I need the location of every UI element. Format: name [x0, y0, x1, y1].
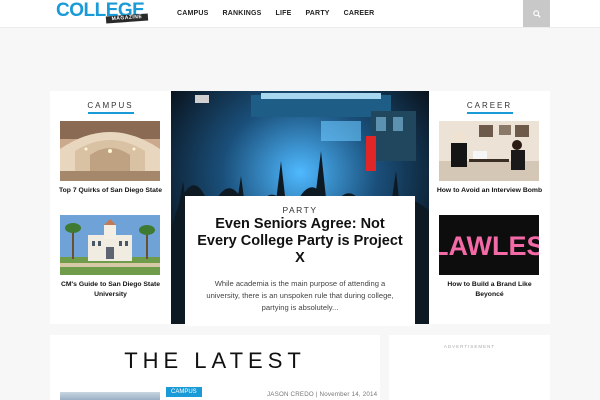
search-icon	[532, 9, 541, 18]
career-caption-1[interactable]: How to Avoid an Interview Bomb	[435, 186, 544, 196]
nav-item-rankings[interactable]: RANKINGS	[216, 0, 269, 27]
career-column: CAREER How to Avoid an Interview Bomb FL…	[429, 91, 550, 324]
title-underline	[88, 112, 134, 114]
latest-category-badge[interactable]: CAMPUS	[166, 387, 202, 397]
latest-title: THE LATEST	[124, 348, 306, 373]
site-header: COLLEGE MAGAZINE CAMPUS RANKINGS LIFE PA…	[0, 0, 600, 28]
latest-thumb[interactable]	[60, 392, 160, 400]
career-thumb-2[interactable]: FLAWLESS	[439, 215, 539, 275]
nav-item-party[interactable]: PARTY	[298, 0, 336, 27]
campus-caption-2[interactable]: CM's Guide to San Diego State University	[56, 280, 165, 300]
nav-item-life[interactable]: LIFE	[268, 0, 298, 27]
site-logo[interactable]: COLLEGE MAGAZINE	[56, 1, 149, 25]
latest-meta: JASON CREDO | November 14, 2014	[267, 391, 378, 398]
ad-box: ADVERTISEMENT	[389, 335, 550, 400]
ad-label: ADVERTISEMENT	[443, 344, 496, 349]
latest-section: THE LATEST CAMPUS JASON CREDO | November…	[50, 335, 380, 400]
campus-caption-1[interactable]: Top 7 Quirks of San Diego State	[56, 186, 165, 196]
flawless-text: FLAWLESS	[439, 231, 539, 261]
career-caption-2[interactable]: How to Build a Brand Like Beyoncé	[435, 280, 544, 300]
main-nav: CAMPUS RANKINGS LIFE PARTY CAREER	[170, 0, 381, 27]
campus-column-title: CAMPUS	[87, 101, 134, 110]
title-underline	[467, 112, 513, 114]
logo-subtext: MAGAZINE	[105, 13, 149, 24]
feature-excerpt: While academia is the main purpose of at…	[206, 279, 394, 312]
campus-column: CAMPUS Top 7 Quirks of San Diego State C…	[50, 91, 171, 324]
feature-title[interactable]: Even Seniors Agree: Not Every College Pa…	[195, 216, 405, 267]
nav-item-campus[interactable]: CAMPUS	[170, 0, 216, 27]
feature-card[interactable]: PARTY Even Seniors Agree: Not Every Coll…	[185, 196, 415, 326]
nav-item-career[interactable]: CAREER	[337, 0, 382, 27]
search-button[interactable]	[523, 0, 550, 27]
campus-thumb-1[interactable]	[60, 121, 160, 181]
career-thumb-1[interactable]	[439, 121, 539, 181]
campus-thumb-2[interactable]	[60, 215, 160, 275]
feature-category[interactable]: PARTY	[185, 205, 415, 215]
career-column-title: CAREER	[466, 101, 513, 110]
